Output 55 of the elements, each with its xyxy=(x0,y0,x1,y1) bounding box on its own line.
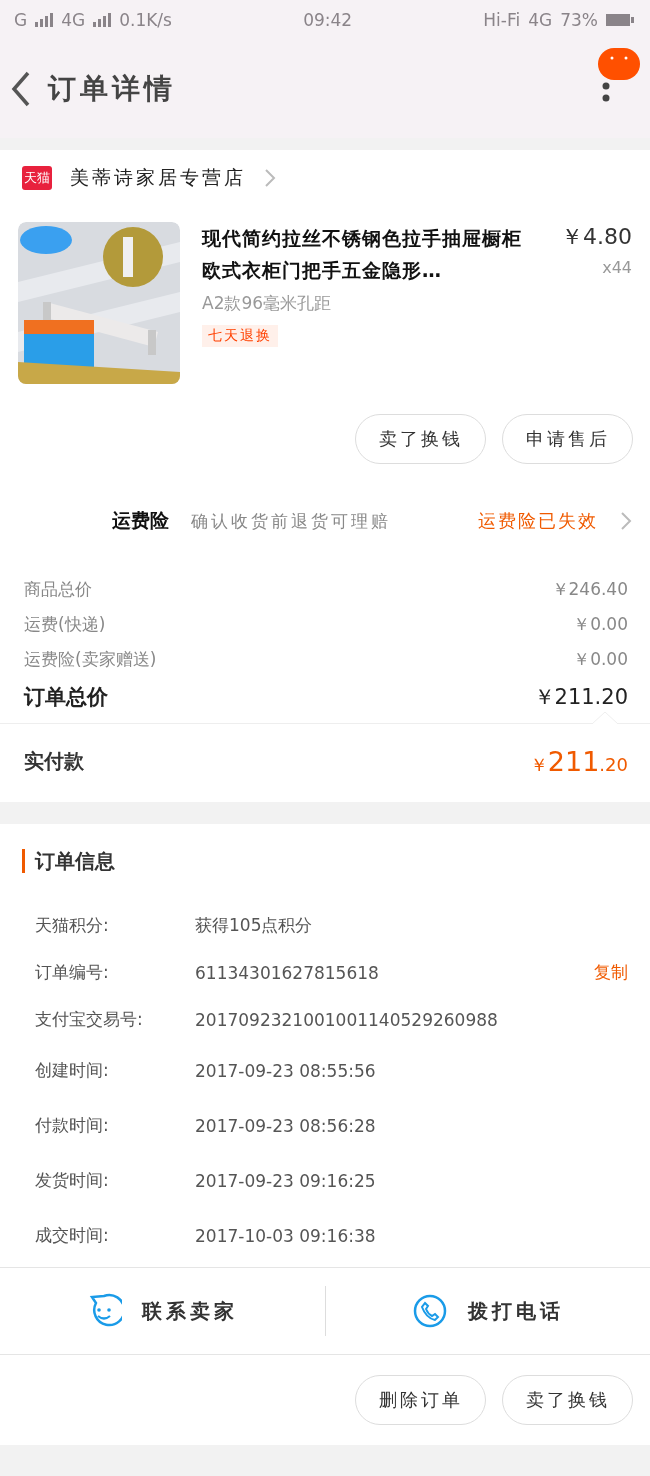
unit-price: ￥4.80 xyxy=(561,223,632,251)
insurance-label: 运费险 xyxy=(112,508,169,533)
action-button[interactable]: 卖了换钱 xyxy=(502,1375,633,1425)
return-tag: 七天退换 xyxy=(202,325,278,347)
page-title: 订单详情 xyxy=(48,71,176,107)
info-value: 2017-09-23 09:16:25 xyxy=(195,1170,377,1191)
info-value: 2017-09-23 08:56:28 xyxy=(195,1115,377,1136)
info-label: 发货时间: xyxy=(35,1169,110,1192)
fee-label: 运费(快递) xyxy=(24,613,106,636)
phone-icon xyxy=(411,1293,448,1329)
product-variant: A2款96毫米孔距 xyxy=(202,292,332,315)
signal-icon xyxy=(93,13,112,27)
more-icon[interactable] xyxy=(596,48,642,104)
shop-name[interactable]: 美蒂诗家居专营店 xyxy=(70,165,246,191)
info-value: 61134301627815618 xyxy=(195,962,380,983)
info-label: 天猫积分: xyxy=(35,914,110,937)
contact-button[interactable]: 拨打电话 xyxy=(325,1292,650,1330)
product-title[interactable]: 现代简约拉丝不锈钢色拉手抽屉橱柜欧式衣柜门把手五金隐形… xyxy=(202,222,532,286)
status-time: 09:42 xyxy=(303,10,353,30)
info-label: 支付宝交易号: xyxy=(35,1008,144,1031)
contact-button[interactable]: 联系卖家 xyxy=(0,1292,325,1330)
insurance-description: 确认收货前退货可理赔 xyxy=(191,510,392,533)
total-value: ￥211.20 xyxy=(533,684,628,711)
action-button[interactable]: 申请售后 xyxy=(502,414,633,464)
quantity: x44 xyxy=(602,258,632,277)
battery-percent: 73% xyxy=(560,10,598,30)
info-label: 订单编号: xyxy=(35,961,110,984)
fee-label: 运费险(卖家赠送) xyxy=(24,648,157,671)
section-title: 订单信息 xyxy=(35,847,115,875)
copy-button[interactable]: 复制 xyxy=(594,961,628,984)
network-label: 4G xyxy=(528,10,553,30)
action-button[interactable]: 删除订单 xyxy=(355,1375,486,1425)
fee-value: ￥246.40 xyxy=(551,578,628,601)
info-label: 成交时间: xyxy=(35,1224,110,1247)
info-label: 创建时间: xyxy=(35,1059,110,1082)
total-label: 订单总价 xyxy=(24,684,108,711)
back-icon[interactable] xyxy=(10,71,32,107)
info-label: 付款时间: xyxy=(35,1114,110,1137)
paid-amount: ￥211.20 xyxy=(529,745,628,777)
info-value: 2017-10-03 09:16:38 xyxy=(195,1225,377,1246)
network-speed: 0.1K/s xyxy=(119,10,172,30)
battery-icon xyxy=(606,13,636,27)
fee-label: 商品总价 xyxy=(24,578,92,601)
action-button[interactable]: 卖了换钱 xyxy=(355,414,486,464)
hifi-label: Hi-Fi xyxy=(483,10,521,30)
signal-icon xyxy=(35,13,54,27)
info-value: 获得105点积分 xyxy=(195,914,314,937)
fee-value: ￥0.00 xyxy=(573,613,628,636)
paid-label: 实付款 xyxy=(24,747,84,775)
tmall-badge: 天猫 xyxy=(22,166,52,190)
fee-value: ￥0.00 xyxy=(573,648,628,671)
network-label: 4G xyxy=(61,10,86,30)
network-label: G xyxy=(14,10,28,30)
info-value: 2017-09-23 08:55:56 xyxy=(195,1060,377,1081)
info-value: 2017092321001001140529260988 xyxy=(195,1009,499,1030)
